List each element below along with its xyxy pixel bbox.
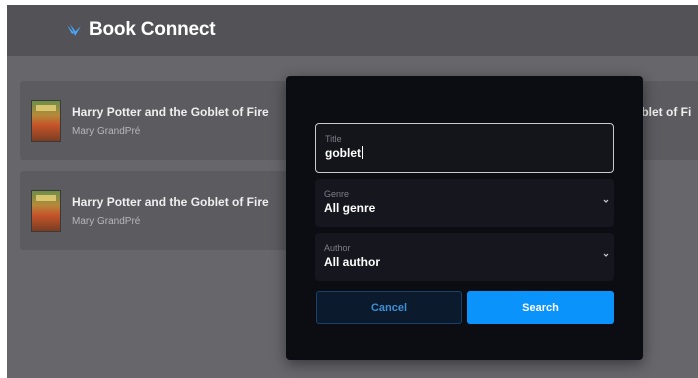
genre-value: All genre — [324, 201, 376, 215]
search-dialog: Title goblet Genre All genre Author All … — [286, 76, 643, 360]
app-window: Book Connect Harry Potter and the Goblet… — [7, 5, 698, 378]
author-label: Author — [324, 243, 351, 253]
author-select[interactable]: Author All author — [315, 233, 614, 281]
genre-label: Genre — [324, 189, 350, 199]
book-card[interactable]: Harry Potter and the Goblet of Fire Mary… — [20, 171, 310, 250]
book-cover — [31, 100, 61, 142]
cancel-button[interactable]: Cancel — [316, 291, 462, 324]
book-author: Mary GrandPré — [72, 216, 141, 227]
book-cover — [31, 190, 61, 232]
title-field[interactable]: Title goblet — [315, 123, 614, 173]
chevron-down-icon — [603, 199, 609, 203]
genre-select[interactable]: Genre All genre — [315, 179, 614, 227]
book-title: Harry Potter and the Goblet of Fire — [72, 105, 269, 119]
book-title: Harry Potter and the Goblet of Fire — [72, 195, 269, 209]
app-title: Book Connect — [89, 19, 216, 40]
wing-icon — [67, 24, 81, 36]
book-author: Mary GrandPré — [72, 126, 141, 137]
search-button[interactable]: Search — [467, 291, 614, 324]
chevron-down-icon — [603, 253, 609, 257]
header: Book Connect — [7, 5, 698, 56]
author-value: All author — [324, 255, 380, 269]
title-label: Title — [325, 134, 342, 144]
book-card[interactable]: Harry Potter and the Goblet of Fire Mary… — [20, 81, 310, 160]
title-input[interactable]: goblet — [325, 146, 363, 160]
text-caret — [362, 146, 363, 159]
